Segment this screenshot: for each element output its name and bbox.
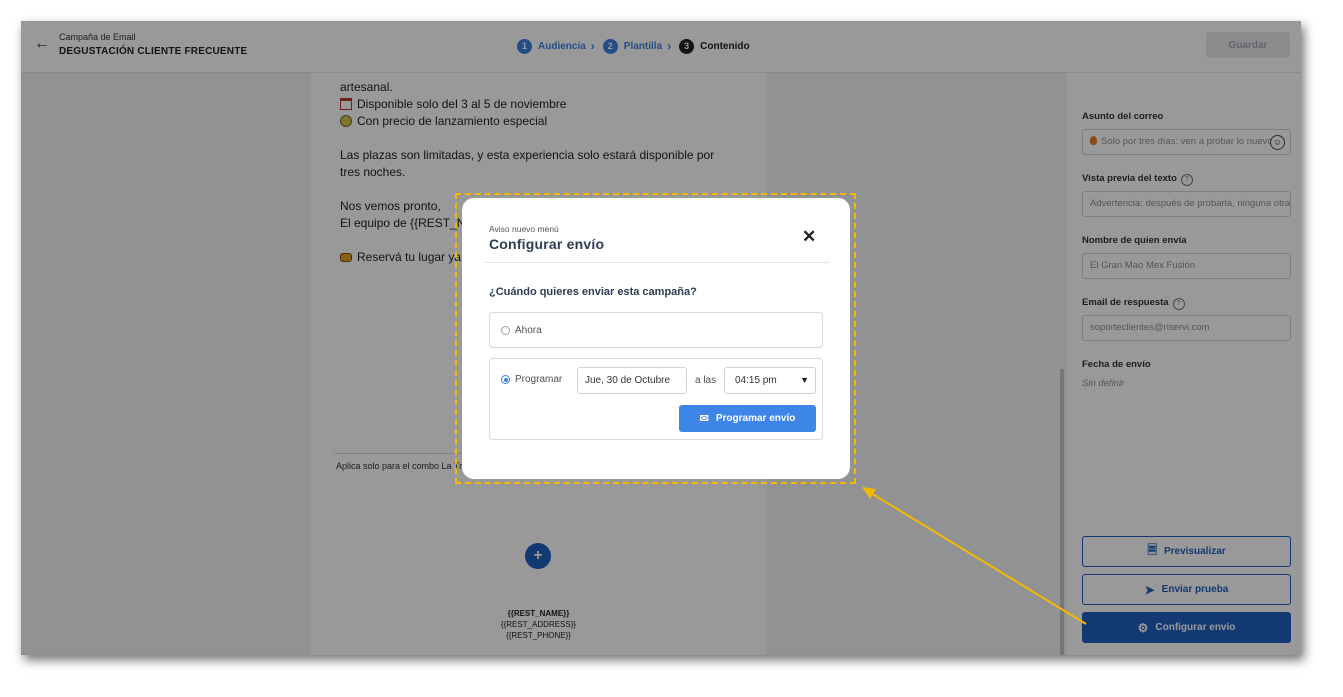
date-input[interactable]: Jue, 30 de Octubre <box>577 367 687 394</box>
schedule-send-button[interactable]: ✉ Programar envío <box>679 405 816 432</box>
option-schedule[interactable]: Programar Jue, 30 de Octubre a las 04:15… <box>489 358 823 440</box>
chevron-down-icon: ▼ <box>800 375 809 385</box>
app-window: ← Campaña de Email DEGUSTACIÓN CLIENTE F… <box>21 21 1301 655</box>
option-now-label: Ahora <box>515 325 542 336</box>
modal-subtitle: Aviso nuevo menú <box>489 224 559 234</box>
configure-send-modal: Aviso nuevo menú Configurar envío ✕ ¿Cuá… <box>462 198 850 479</box>
close-icon[interactable]: ✕ <box>802 227 816 247</box>
modal-title: Configurar envío <box>489 236 605 252</box>
radio-now[interactable] <box>501 326 510 335</box>
at-label: a las <box>695 375 717 386</box>
option-now[interactable]: Ahora <box>489 312 823 348</box>
option-schedule-label: Programar <box>515 374 563 385</box>
send-time-question: ¿Cuándo quieres enviar esta campaña? <box>489 286 697 298</box>
radio-schedule[interactable] <box>501 375 510 384</box>
envelope-clock-icon: ✉ <box>699 413 709 425</box>
modal-divider <box>484 262 830 263</box>
time-select[interactable]: 04:15 pm ▼ <box>724 367 816 394</box>
